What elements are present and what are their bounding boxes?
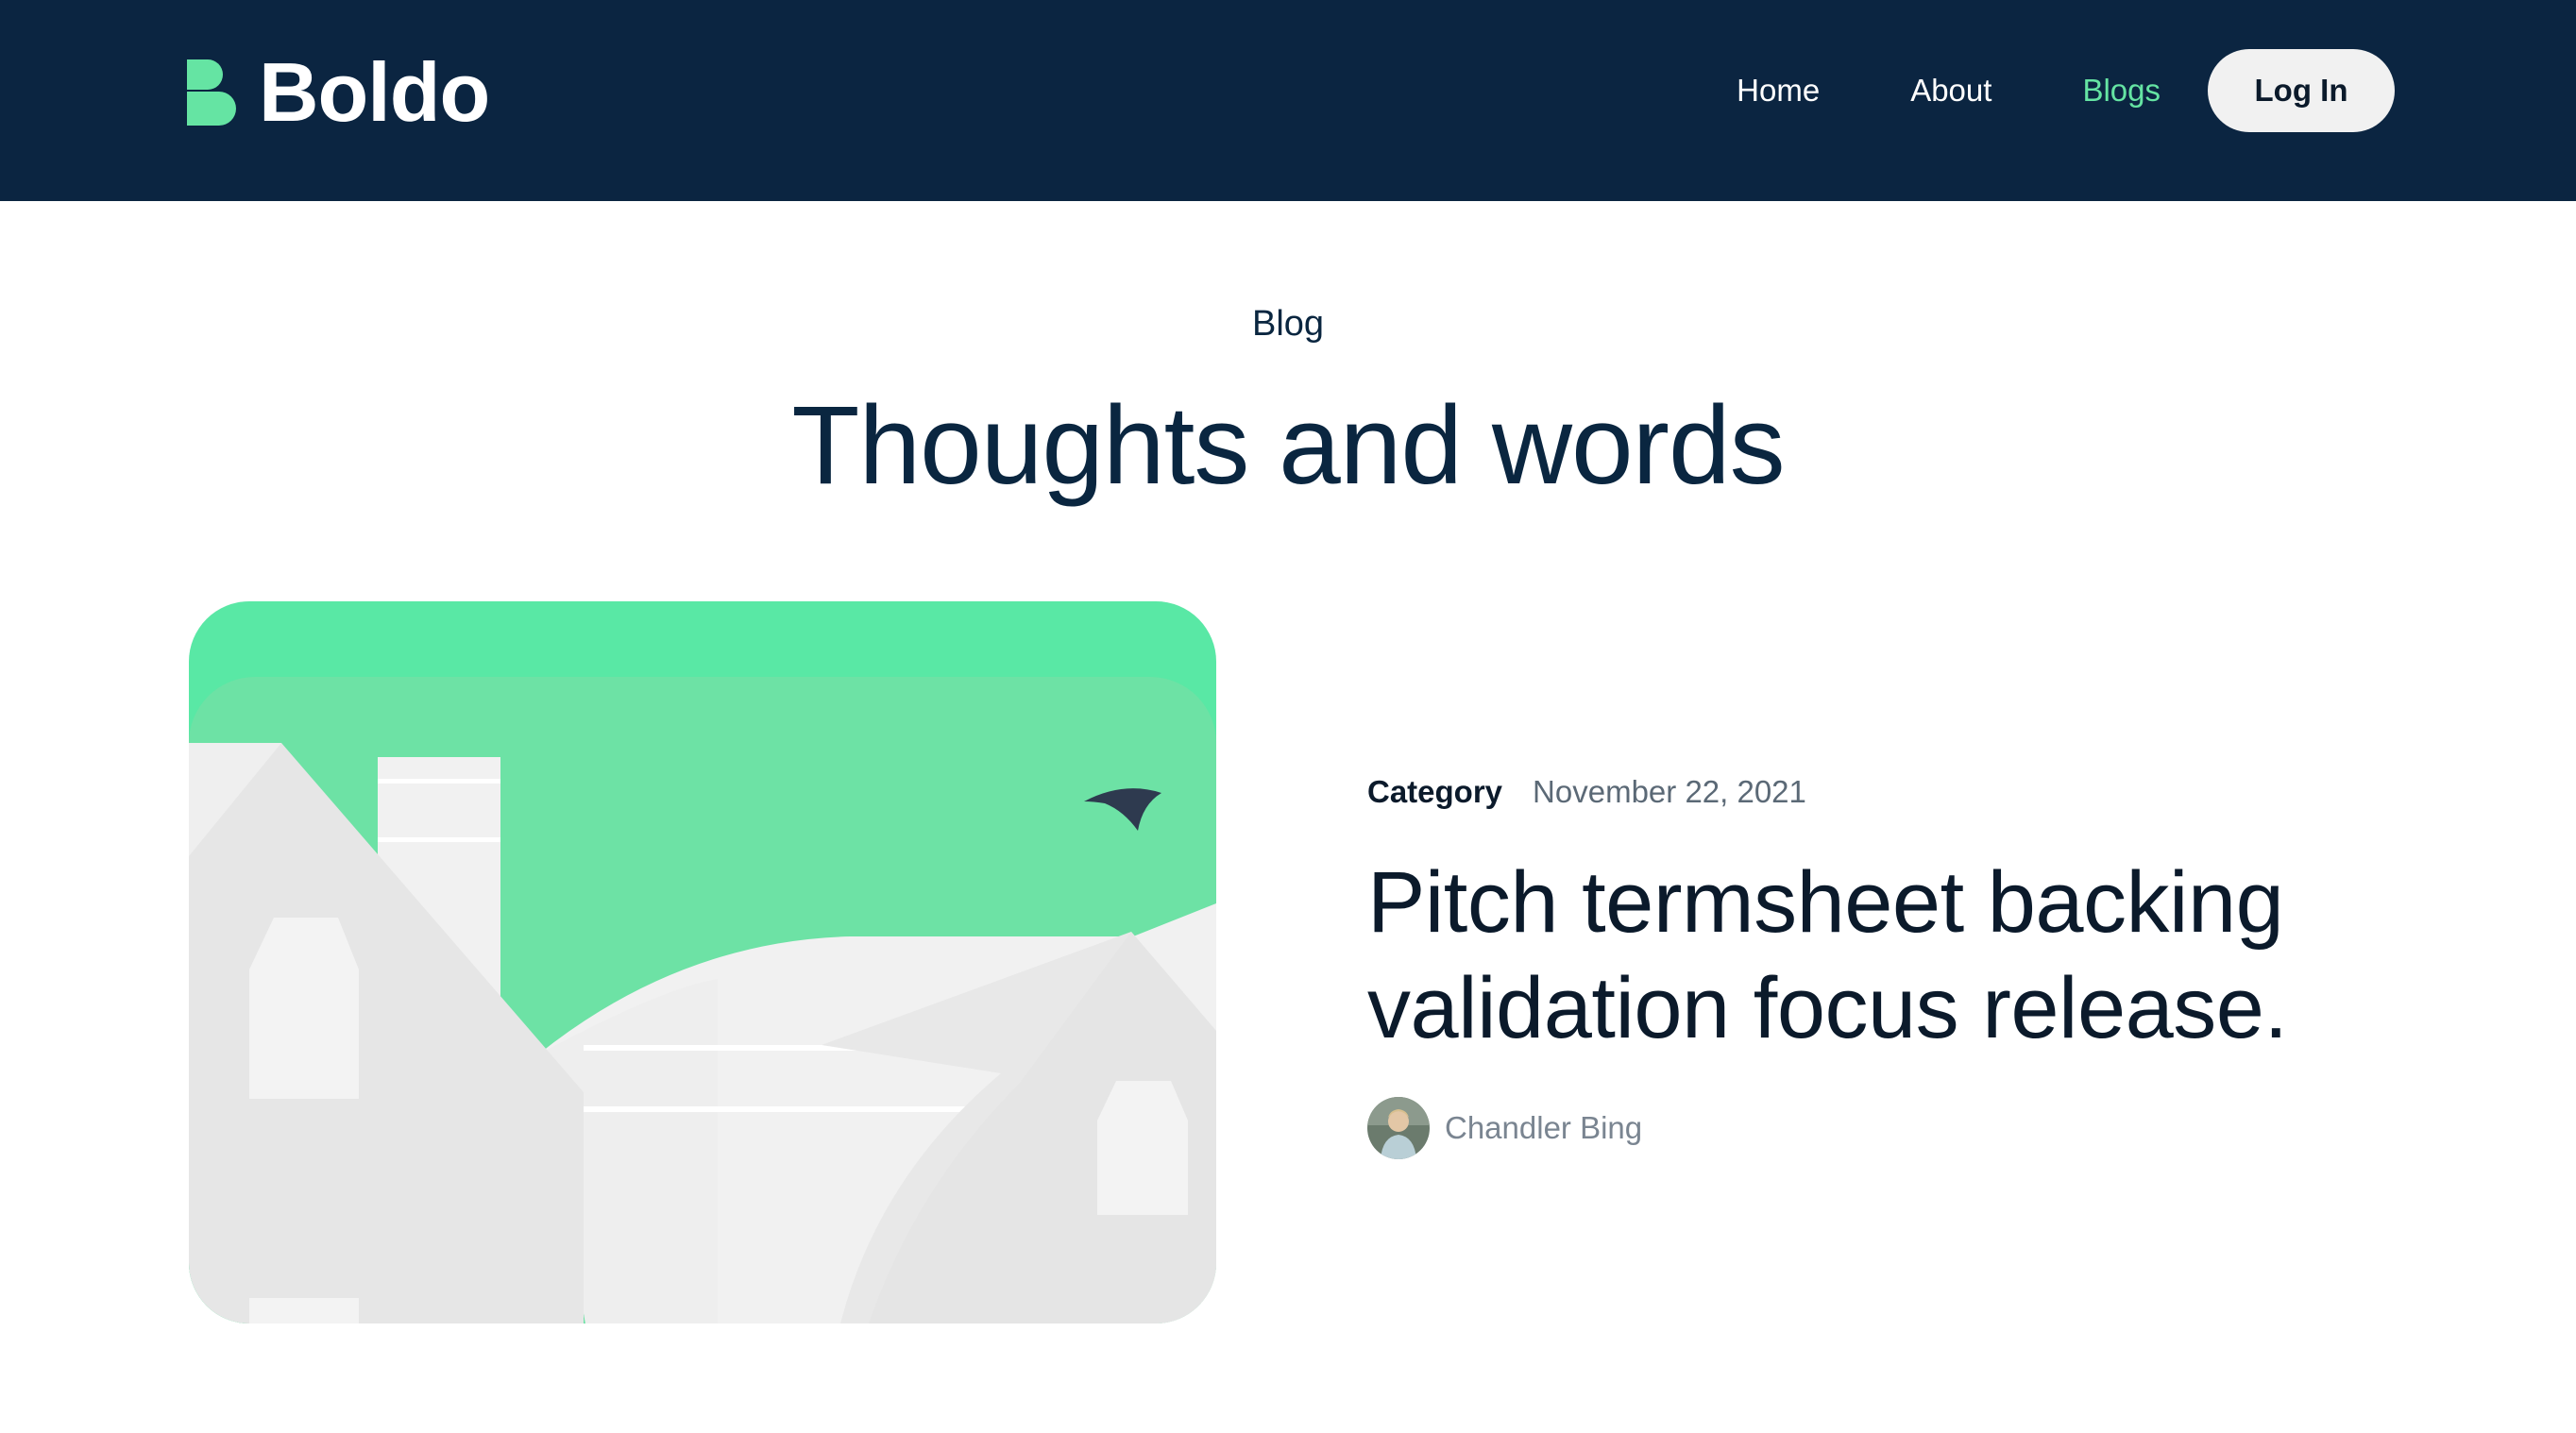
post-date: November 22, 2021 [1533,774,1806,809]
nav-item-blogs[interactable]: Blogs [2082,73,2161,109]
illustration-houses-bird-icon [189,601,1216,1323]
post-author: Chandler Bing [1367,1097,2425,1159]
post-category[interactable]: Category [1367,774,1502,810]
author-avatar-icon [1367,1097,1430,1159]
page-title: Thoughts and words [791,383,1785,508]
nav-item-home[interactable]: Home [1737,73,1820,109]
post-title[interactable]: Pitch termsheet backing validation focus… [1367,850,2425,1061]
section-eyebrow: Blog [1251,304,1325,344]
main-nav: Home About Blogs Log In [1737,49,2395,132]
post-meta: Category November 22, 2021 [1367,774,2425,810]
brand-name: Boldo [259,45,490,139]
post-image[interactable] [189,601,1216,1323]
nav-item-about[interactable]: About [1910,73,1991,109]
author-name[interactable]: Chandler Bing [1445,1110,1642,1146]
featured-post: Category November 22, 2021 Pitch termshe… [1367,774,2425,1159]
site-header: Boldo Home About Blogs Log In [0,0,2576,201]
login-button[interactable]: Log In [2208,49,2395,132]
avatar [1367,1097,1430,1159]
brand-logo[interactable]: Boldo [187,51,490,134]
boldo-logo-icon [187,59,236,126]
